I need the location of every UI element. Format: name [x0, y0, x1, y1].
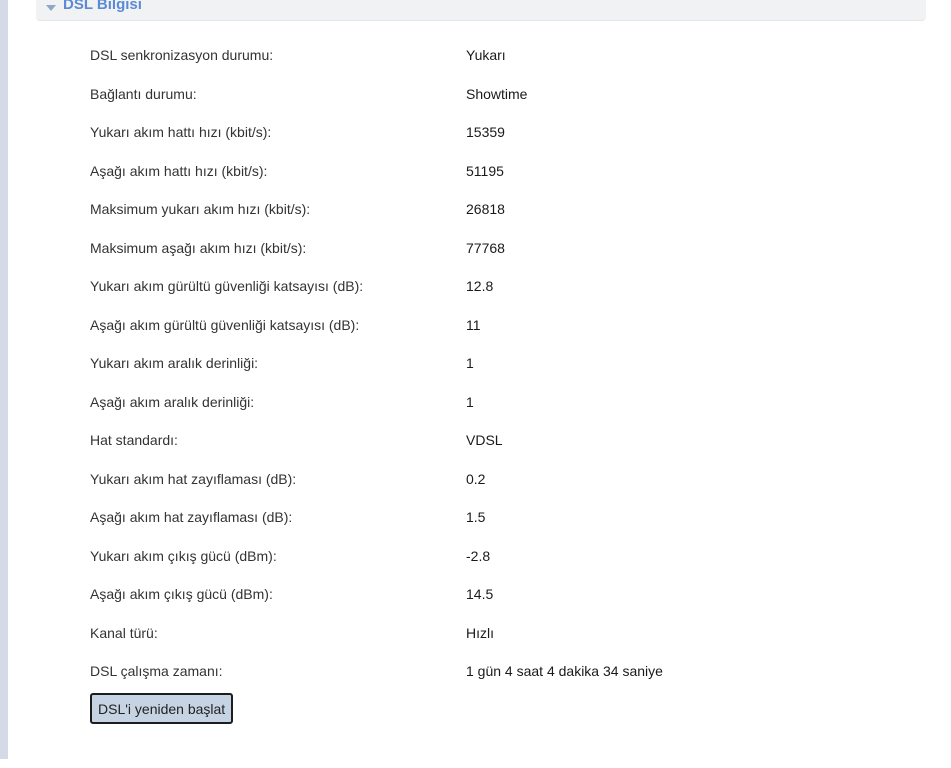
info-label: DSL çalışma zamanı:: [90, 663, 223, 679]
info-value: Yukarı: [466, 47, 506, 63]
dsl-info-table: DSL senkronizasyon durumu: Yukarı Bağlan…: [90, 38, 890, 693]
info-label: Maksimum aşağı akım hızı (kbit/s):: [90, 239, 307, 256]
info-value: 51195: [466, 162, 504, 179]
info-value: 1: [466, 355, 474, 371]
info-value: 26818: [466, 201, 505, 217]
left-sidebar-strip: [0, 0, 8, 759]
panel-header[interactable]: DSL Bilgisi: [36, 0, 926, 21]
info-value: VDSL: [466, 432, 503, 448]
panel-title[interactable]: DSL Bilgisi: [63, 0, 142, 13]
info-row: Aşağı akım aralık derinliği: 1: [90, 385, 890, 424]
info-row: Kanal türü: Hızlı: [90, 616, 890, 655]
info-row: Aşağı akım hat zayıflaması (dB): 1.5: [90, 500, 890, 539]
info-row: Hat standardı: VDSL: [90, 423, 890, 462]
info-label: Bağlantı durumu:: [90, 85, 197, 102]
info-value: -2.8: [466, 547, 491, 564]
info-label: Yukarı akım hat zayıflaması (dB):: [90, 470, 297, 487]
info-label: Yukarı akım çıkış gücü (dBm):: [90, 547, 277, 564]
info-row: Yukarı akım çıkış gücü (dBm): -2.8: [90, 539, 890, 578]
info-value: 1 gün 4 saat 4 dakika 34 saniye: [466, 663, 663, 679]
restart-dsl-button[interactable]: DSL'i yeniden başlat: [90, 693, 234, 724]
dsl-info-panel: DSL Bilgisi DSL senkronizasyon durumu: Y…: [36, 0, 926, 768]
info-label: Aşağı akım çıkış gücü (dBm):: [90, 586, 273, 602]
info-value: Showtime: [466, 85, 528, 102]
info-row: Maksimum yukarı akım hızı (kbit/s): 2681…: [90, 192, 890, 231]
info-value: 14.5: [466, 586, 494, 602]
info-label: Kanal türü:: [90, 624, 158, 641]
info-row: Yukarı akım hat zayıflaması (dB): 0.2: [90, 462, 890, 501]
caret-down-icon[interactable]: [46, 5, 56, 11]
info-label: DSL senkronizasyon durumu:: [90, 47, 274, 63]
info-row: DSL senkronizasyon durumu: Yukarı: [90, 38, 890, 77]
info-row: Yukarı akım gürültü güvenliği katsayısı …: [90, 269, 890, 308]
info-value: 1: [466, 393, 474, 410]
info-label: Aşağı akım aralık derinliği:: [90, 393, 255, 410]
info-value: 15359: [466, 124, 505, 140]
info-row: Aşağı akım çıkış gücü (dBm): 14.5: [90, 577, 890, 616]
info-label: Aşağı akım gürültü güvenliği katsayısı (…: [90, 316, 360, 333]
info-value: Hızlı: [466, 624, 494, 641]
info-value: 1.5: [466, 509, 486, 525]
info-value: 12.8: [466, 278, 494, 294]
info-label: Yukarı akım hattı hızı (kbit/s):: [90, 124, 272, 140]
info-label: Yukarı akım aralık derinliği:: [90, 355, 259, 371]
info-label: Aşağı akım hat zayıflaması (dB):: [90, 509, 293, 525]
info-label: Yukarı akım gürültü güvenliği katsayısı …: [90, 278, 364, 294]
info-row: Aşağı akım hattı hızı (kbit/s): 51195: [90, 154, 890, 193]
info-value: 0.2: [466, 470, 486, 487]
info-row: Aşağı akım gürültü güvenliği katsayısı (…: [90, 308, 890, 347]
info-label: Aşağı akım hattı hızı (kbit/s):: [90, 162, 268, 179]
info-row: Yukarı akım aralık derinliği: 1: [90, 346, 890, 385]
info-value: 77768: [466, 239, 505, 256]
info-row: DSL çalışma zamanı: 1 gün 4 saat 4 dakik…: [90, 654, 890, 693]
info-label: Maksimum yukarı akım hızı (kbit/s):: [90, 201, 311, 217]
info-row: Bağlantı durumu: Showtime: [90, 77, 890, 116]
info-label: Hat standardı:: [90, 432, 178, 448]
info-value: 11: [466, 316, 481, 333]
info-row: Yukarı akım hattı hızı (kbit/s): 15359: [90, 115, 890, 154]
info-row: Maksimum aşağı akım hızı (kbit/s): 77768: [90, 231, 890, 270]
